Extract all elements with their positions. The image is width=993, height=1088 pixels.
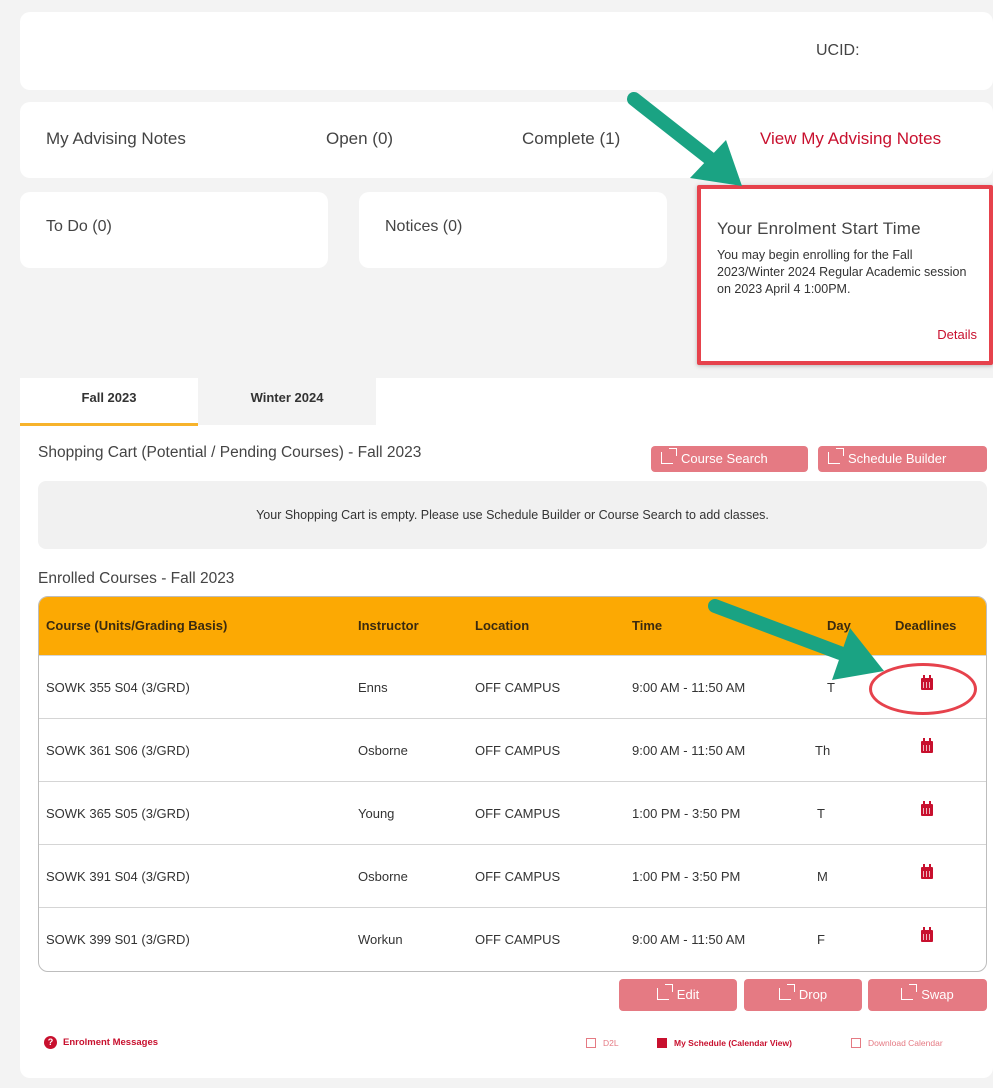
course-cell: SOWK 361 S06 (3/GRD)	[46, 743, 190, 758]
course-search-label: Course Search	[681, 451, 768, 466]
instructor-cell: Osborne	[358, 869, 408, 884]
external-link-icon	[901, 984, 918, 1000]
course-search-button[interactable]: Course Search	[651, 446, 808, 472]
course-cell: SOWK 391 S04 (3/GRD)	[46, 869, 190, 884]
drop-label: Drop	[798, 987, 828, 1002]
course-cell: SOWK 365 S05 (3/GRD)	[46, 806, 190, 821]
shopping-cart-title: Shopping Cart (Potential / Pending Cours…	[38, 444, 422, 461]
highlight-oval	[869, 663, 977, 715]
day-cell: M	[817, 869, 828, 884]
advising-notes-bar: My Advising Notes Open (0) Complete (1) …	[20, 102, 993, 178]
external-link-icon	[778, 984, 795, 1000]
calendar-icon[interactable]	[921, 738, 933, 753]
day-cell: F	[817, 932, 825, 947]
enrolment-details-link[interactable]: Details	[937, 327, 977, 342]
column-header-instructor: Instructor	[358, 618, 419, 633]
calendar-icon[interactable]	[921, 801, 933, 816]
notices-card[interactable]: Notices (0)	[359, 192, 667, 268]
location-cell: OFF CAMPUS	[475, 806, 561, 821]
column-header-deadlines: Deadlines	[895, 618, 957, 633]
notices-label: Notices (0)	[385, 218, 463, 235]
external-link-icon	[656, 984, 673, 1000]
calendar-icon	[657, 1038, 667, 1048]
download-calendar-label: Download Calendar	[868, 1038, 943, 1048]
todo-card[interactable]: To Do (0)	[20, 192, 328, 268]
day-cell: Th	[815, 743, 831, 758]
enrolled-courses-title: Enrolled Courses - Fall 2023	[38, 570, 235, 587]
tab-winter-2024[interactable]: Winter 2024	[198, 378, 376, 425]
column-header-course: Course (Units/Grading Basis)	[46, 618, 228, 633]
tab-fall-2023[interactable]: Fall 2023	[20, 378, 198, 426]
enrolment-messages-link[interactable]: ? Enrolment Messages	[44, 1036, 158, 1049]
time-cell: 9:00 AM - 11:50 AM	[632, 680, 746, 695]
empty-cart-message: Your Shopping Cart is empty. Please use …	[256, 508, 769, 522]
edit-button[interactable]: Edit	[619, 979, 737, 1011]
table-row: SOWK 361 S06 (3/GRD) Osborne OFF CAMPUS …	[39, 718, 986, 782]
view-advising-notes-link[interactable]: View My Advising Notes	[760, 129, 941, 149]
download-calendar-link[interactable]: Download Calendar	[851, 1038, 943, 1048]
calendar-icon[interactable]	[921, 927, 933, 942]
drop-button[interactable]: Drop	[744, 979, 862, 1011]
table-row: SOWK 391 S04 (3/GRD) Osborne OFF CAMPUS …	[39, 844, 986, 908]
day-cell: T	[827, 680, 835, 695]
advising-notes-title: My Advising Notes	[46, 129, 186, 148]
table-header: Course (Units/Grading Basis) Instructor …	[39, 597, 986, 655]
day-cell: T	[817, 806, 825, 821]
swap-label: Swap	[921, 987, 954, 1002]
instructor-cell: Young	[358, 806, 395, 821]
enrolment-messages-label: Enrolment Messages	[63, 1037, 159, 1048]
todo-label: To Do (0)	[46, 218, 112, 235]
calendar-icon[interactable]	[921, 864, 933, 879]
enrolment-start-time-card: Your Enrolment Start Time You may begin …	[697, 185, 993, 365]
instructor-cell: Osborne	[358, 743, 408, 758]
edit-label: Edit	[676, 987, 700, 1002]
location-cell: OFF CAMPUS	[475, 680, 561, 695]
table-row: SOWK 355 S04 (3/GRD) Enns OFF CAMPUS 9:0…	[39, 655, 986, 719]
column-header-time: Time	[632, 618, 663, 633]
course-cell: SOWK 399 S01 (3/GRD)	[46, 932, 190, 947]
external-link-icon	[661, 448, 677, 464]
ucid-card: UCID:	[20, 12, 993, 90]
time-cell: 1:00 PM - 3:50 PM	[632, 806, 741, 821]
column-header-day: Day	[827, 618, 851, 633]
enrolled-courses-table: Course (Units/Grading Basis) Instructor …	[38, 596, 987, 972]
advising-complete-count: Complete (1)	[522, 129, 621, 148]
course-cell: SOWK 355 S04 (3/GRD)	[46, 680, 190, 695]
table-row: SOWK 399 S01 (3/GRD) Workun OFF CAMPUS 9…	[39, 907, 986, 971]
location-cell: OFF CAMPUS	[475, 869, 561, 884]
d2l-link[interactable]: D2L	[586, 1038, 619, 1048]
enrolment-start-text: You may begin enrolling for the Fall 202…	[717, 248, 967, 296]
time-cell: 1:00 PM - 3:50 PM	[632, 869, 741, 884]
location-cell: OFF CAMPUS	[475, 932, 561, 947]
d2l-label: D2L	[603, 1038, 619, 1048]
external-link-icon	[828, 448, 844, 464]
column-header-location: Location	[475, 618, 530, 633]
my-schedule-link[interactable]: My Schedule (Calendar View)	[657, 1038, 792, 1048]
location-cell: OFF CAMPUS	[475, 743, 561, 758]
download-icon	[851, 1038, 861, 1048]
empty-cart-box: Your Shopping Cart is empty. Please use …	[38, 481, 987, 549]
my-schedule-label: My Schedule (Calendar View)	[674, 1038, 792, 1048]
schedule-builder-label: Schedule Builder	[848, 451, 947, 466]
instructor-cell: Enns	[358, 680, 388, 695]
table-row: SOWK 365 S05 (3/GRD) Young OFF CAMPUS 1:…	[39, 781, 986, 845]
external-link-icon	[586, 1038, 596, 1048]
question-icon: ?	[44, 1036, 57, 1049]
swap-button[interactable]: Swap	[868, 979, 987, 1011]
time-cell: 9:00 AM - 11:50 AM	[632, 932, 746, 947]
ucid-label: UCID:	[816, 42, 860, 59]
schedule-builder-button[interactable]: Schedule Builder	[818, 446, 987, 472]
time-cell: 9:00 AM - 11:50 AM	[632, 743, 746, 758]
instructor-cell: Workun	[358, 932, 403, 947]
enrolment-start-title: Your Enrolment Start Time	[717, 219, 921, 238]
advising-open-count: Open (0)	[326, 129, 394, 148]
